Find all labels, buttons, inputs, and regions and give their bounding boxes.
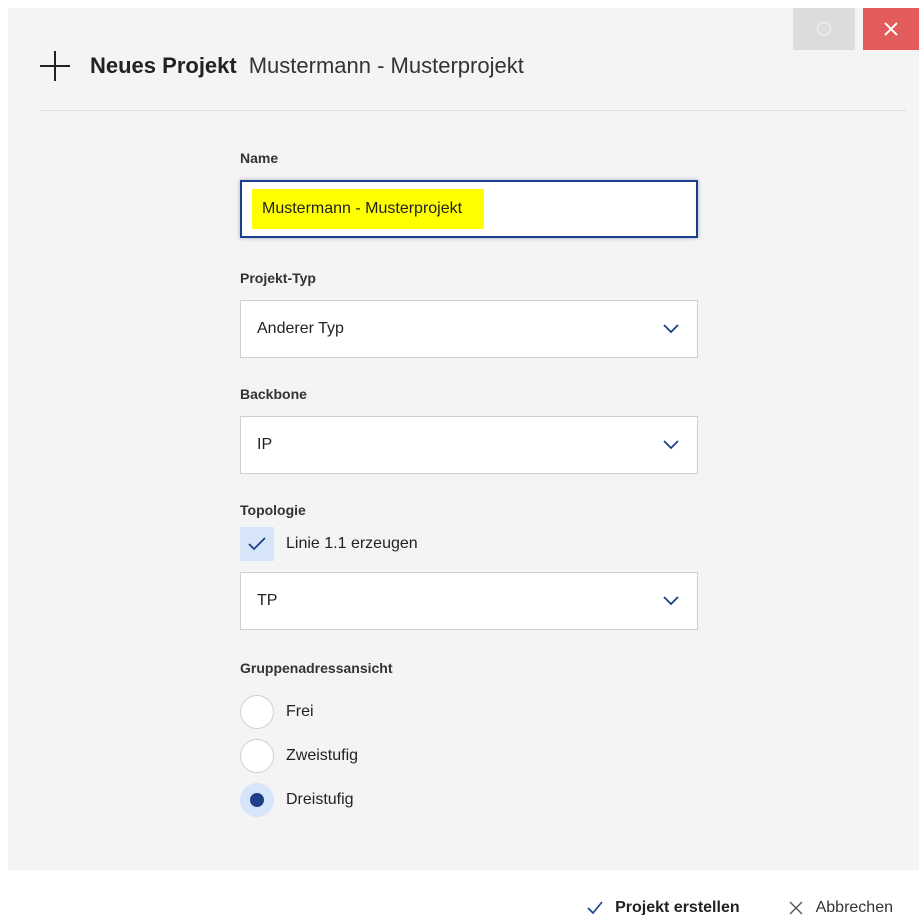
project-type-label: Projekt-Typ (240, 270, 316, 286)
radio-label: Dreistufig (286, 791, 354, 808)
create-line-checkbox[interactable] (240, 527, 274, 561)
create-project-label: Projekt erstellen (615, 899, 740, 915)
radio-button[interactable] (240, 739, 274, 773)
radio-label: Frei (286, 703, 314, 720)
close-button[interactable] (863, 8, 919, 50)
project-type-select[interactable]: Anderer Typ (240, 300, 698, 358)
radio-option-frei[interactable]: Frei (240, 690, 698, 734)
new-project-dialog: Neues Projekt Mustermann - Musterprojekt… (8, 8, 919, 870)
cancel-label: Abbrechen (815, 899, 893, 915)
header-divider (40, 110, 906, 111)
create-line-label: Linie 1.1 erzeugen (286, 535, 418, 552)
radio-button[interactable] (240, 695, 274, 729)
plus-icon (40, 51, 70, 81)
cancel-button[interactable]: Abbrechen (788, 899, 893, 915)
topology-select[interactable]: TP (240, 572, 698, 630)
chevron-down-icon (663, 596, 679, 606)
dialog-title: Neues Projekt (90, 53, 237, 78)
name-input[interactable]: Mustermann - Musterprojekt (240, 180, 698, 238)
radio-label: Zweistufig (286, 747, 359, 764)
topology-label: Topologie (240, 502, 306, 518)
group-address-view-label: Gruppenadressansicht (240, 660, 393, 676)
group-address-view-radio-group: Frei Zweistufig Dreistufig (240, 690, 698, 822)
name-label: Name (240, 150, 279, 166)
dialog-header: Neues Projekt Mustermann - Musterprojekt (40, 46, 524, 86)
radio-dot (250, 793, 264, 807)
create-line-checkbox-row[interactable]: Linie 1.1 erzeugen (240, 526, 698, 562)
close-icon (789, 901, 803, 915)
backbone-label: Backbone (240, 386, 307, 402)
window-controls (793, 8, 919, 50)
backbone-select[interactable]: IP (240, 416, 698, 474)
project-type-value: Anderer Typ (257, 320, 344, 337)
topology-value: TP (257, 592, 278, 609)
backbone-value: IP (257, 436, 273, 453)
check-icon (248, 537, 266, 551)
chevron-down-icon (663, 324, 679, 334)
radio-option-zweistufig[interactable]: Zweistufig (240, 734, 698, 778)
dialog-project-name: Mustermann - Musterprojekt (248, 53, 524, 78)
name-input-value: Mustermann - Musterprojekt (252, 189, 485, 229)
close-icon (884, 22, 898, 36)
check-icon (587, 901, 603, 915)
project-form: Name Mustermann - Musterprojekt Projekt-… (240, 148, 698, 822)
radio-option-dreistufig[interactable]: Dreistufig (240, 778, 698, 822)
maximize-button[interactable] (793, 8, 855, 50)
chevron-down-icon (663, 440, 679, 450)
radio-button-selected[interactable] (240, 783, 274, 817)
circle-icon (817, 22, 831, 36)
create-project-button[interactable]: Projekt erstellen (587, 899, 740, 915)
dialog-footer: Projekt erstellen Abbrechen (587, 893, 893, 915)
